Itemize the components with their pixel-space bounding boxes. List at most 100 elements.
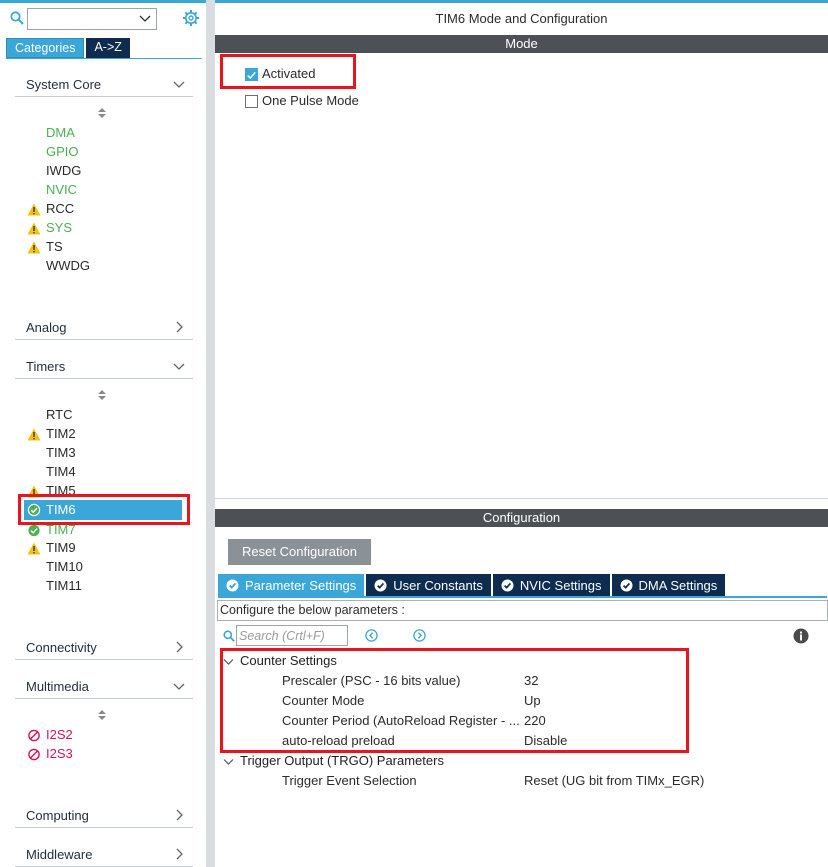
section-system-core[interactable]: System Core [15,71,193,97]
tabs-underline [6,58,202,59]
section-title: Timers [26,359,66,374]
tab-label: DMA Settings [638,577,718,593]
list-item-dma[interactable]: DMA [26,124,182,142]
section-title: Computing [26,808,89,823]
check-circle-icon [501,579,514,591]
section-title: Connectivity [26,640,97,655]
list-item-rcc[interactable]: RCC [26,200,182,218]
previous-result-icon[interactable] [365,629,378,642]
section-title: System Core [26,77,102,92]
chevron-right-icon [176,809,183,821]
list-item-tim4[interactable]: TIM4 [26,463,182,481]
param-row-trigger-event-selection[interactable]: Trigger Event Selection Reset (UG bit fr… [282,772,802,790]
search-icon[interactable] [223,630,235,642]
tab-parameter-settings[interactable]: Parameter Settings [218,574,365,596]
one-pulse-mode-label: One Pulse Mode [262,93,359,108]
category-view-tabs: Categories A->Z [6,38,130,58]
parameters-description: Configure the below parameters : [217,600,828,621]
section-computing[interactable]: Computing [15,802,193,828]
tabs-underline [218,596,827,598]
list-item-tim9[interactable]: TIM9 [26,539,182,557]
list-item-tim3[interactable]: TIM3 [26,444,182,462]
mode-header-bar: Mode [215,35,828,53]
category-search-combo[interactable] [27,8,157,30]
description-text: Configure the below parameters : [220,603,405,617]
tab-nvic-settings[interactable]: NVIC Settings [492,574,610,596]
chevron-right-icon [176,641,183,653]
list-item-nvic[interactable]: NVIC [26,181,182,199]
group-label: Trigger Output (TRGO) Parameters [240,753,444,768]
warning-icon [27,542,41,555]
list-item-tim2[interactable]: TIM2 [26,425,182,443]
check-circle-icon [226,579,239,591]
chevron-right-icon [176,848,183,860]
param-name: Trigger Event Selection [282,773,417,788]
category-search-row [8,7,204,31]
search-icon[interactable] [10,11,24,25]
item-label: SYS [46,220,73,235]
check-circle-icon [28,524,40,537]
list-item-ts[interactable]: TS [26,238,182,256]
list-item-iwdg[interactable]: IWDG [26,162,182,180]
item-label: RTC [46,407,73,422]
item-label: NVIC [46,182,78,197]
section-connectivity[interactable]: Connectivity [15,634,193,660]
list-item-gpio[interactable]: GPIO [26,143,182,161]
highlight-box-tim6 [18,494,190,525]
sort-icon[interactable] [97,389,107,401]
section-timers[interactable]: Timers [15,353,193,379]
panel-splitter[interactable] [206,0,215,867]
list-item-tim11[interactable]: TIM11 [26,577,182,595]
sort-icon[interactable] [97,709,107,721]
configuration-header-bar: Configuration [215,509,828,527]
check-circle-icon [620,579,633,591]
info-icon[interactable] [793,628,809,644]
search-placeholder: Search (Crtl+F) [239,629,325,643]
section-analog[interactable]: Analog [15,314,193,340]
section-title: Multimedia [26,679,89,694]
list-item-i2s2[interactable]: I2S2 [26,726,182,744]
one-pulse-mode-checkbox[interactable] [245,95,258,108]
warning-icon [27,241,41,254]
mode-area [215,53,828,499]
config-tabs: Parameter Settings User Constants NVIC S… [218,574,727,596]
highlight-box-counter-settings [220,648,689,753]
parameter-search-input[interactable]: Search (Crtl+F) [236,625,348,646]
tab-label: Parameter Settings [245,577,357,593]
warning-icon [27,203,41,216]
param-value[interactable]: Reset (UG bit from TIMx_EGR) [524,773,704,788]
item-label: IWDG [46,163,82,178]
list-item-rtc[interactable]: RTC [26,406,182,424]
disabled-icon [28,748,40,761]
warning-icon [27,428,41,441]
item-label: TIM3 [46,445,76,460]
gear-icon[interactable] [182,9,200,27]
categories-panel: Categories A->Z System Core DMA GPIO IWD… [0,0,206,867]
item-label: RCC [46,201,75,216]
list-item-wwdg[interactable]: WWDG [26,257,182,275]
section-title: Analog [26,320,67,335]
tab-user-constants[interactable]: User Constants [366,574,491,596]
tab-label: NVIC Settings [519,577,602,593]
section-multimedia[interactable]: Multimedia [15,673,193,699]
item-label: TIM2 [46,426,76,441]
tab-dma-settings[interactable]: DMA Settings [611,574,726,596]
section-middleware[interactable]: Middleware [15,841,193,867]
chevron-down-icon [173,683,185,690]
highlight-box-activated [220,54,356,89]
list-item-tim10[interactable]: TIM10 [26,558,182,576]
sort-icon[interactable] [97,107,107,119]
list-item-sys[interactable]: SYS [26,219,182,237]
item-label: I2S2 [46,727,73,742]
next-result-icon[interactable] [413,629,426,642]
warning-icon [27,222,41,235]
tab-a-to-z[interactable]: A->Z [86,38,130,58]
tab-label: User Constants [393,577,483,593]
item-label: WWDG [46,258,91,273]
tab-categories[interactable]: Categories [6,38,85,58]
chevron-down-icon[interactable] [139,12,151,24]
chevron-down-icon [173,363,185,370]
reset-configuration-button[interactable]: Reset Configuration [228,539,371,565]
chevron-right-icon [176,321,183,333]
list-item-i2s3[interactable]: I2S3 [26,745,182,763]
